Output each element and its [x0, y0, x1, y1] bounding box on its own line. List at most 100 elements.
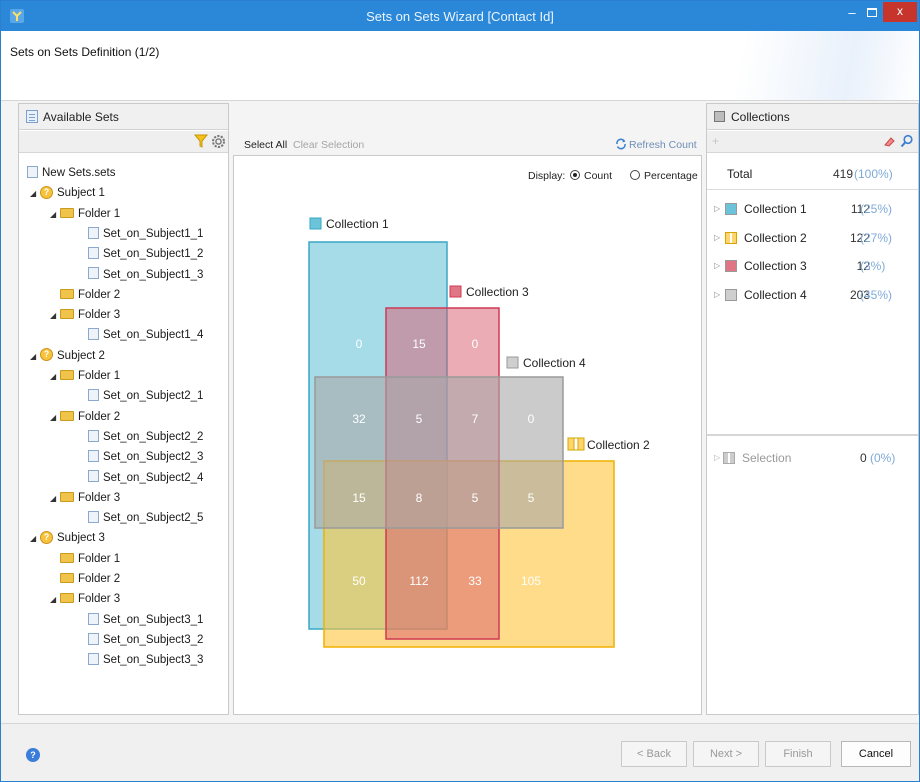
tree-node-folder[interactable]: Folder 2	[50, 286, 120, 305]
venn-cell-count[interactable]: 15	[412, 337, 426, 351]
collection-row[interactable]: ▷ Collection 1 112 (25%)	[707, 198, 918, 220]
select-all-link[interactable]: Select All	[244, 139, 287, 151]
collections-divider	[707, 434, 918, 436]
tree-node-file[interactable]: New Sets.sets	[27, 164, 116, 183]
tree-node-folder[interactable]: Folder 1	[50, 550, 120, 569]
venn-cell-count[interactable]: 0	[472, 337, 479, 351]
tree-node-file[interactable]: Set_on_Subject2_3	[78, 448, 203, 467]
tree-node-label: Set_on_Subject3_3	[103, 654, 204, 667]
venn-cell-count[interactable]: 33	[468, 574, 482, 588]
expand-toggle-icon[interactable]: ◢	[30, 529, 40, 548]
venn-cell-count[interactable]: 15	[352, 491, 366, 505]
collection-row[interactable]: ▷ Collection 3 12 (3%)	[707, 255, 918, 277]
expand-toggle-icon[interactable]: ◢	[50, 590, 60, 609]
venn-cell-count[interactable]: 112	[409, 574, 428, 588]
expand-collection-icon[interactable]: ▷	[714, 284, 720, 306]
tree-node-file[interactable]: Set_on_Subject2_5	[78, 509, 203, 528]
selection-expand-icon[interactable]: ▷	[714, 447, 720, 469]
finish-button[interactable]: Finish	[765, 741, 831, 767]
expand-toggle-icon[interactable]: ◢	[50, 489, 60, 508]
venn-cell-count[interactable]: 8	[416, 491, 423, 505]
maximize-button[interactable]	[863, 5, 881, 23]
back-button[interactable]: < Back	[621, 741, 687, 767]
tree-node-folder[interactable]: ◢ Folder 1	[50, 205, 120, 224]
expand-toggle-icon[interactable]: ◢	[50, 408, 60, 427]
expand-collection-icon[interactable]: ▷	[714, 255, 720, 277]
venn-cell-count[interactable]: 32	[352, 412, 366, 426]
tree-node-label: Set_on_Subject1_4	[103, 329, 204, 342]
available-sets-header: Available Sets	[19, 104, 228, 130]
set-file-icon	[88, 328, 99, 341]
expand-collection-icon[interactable]: ▷	[714, 227, 720, 249]
clear-selection-link[interactable]: Clear Selection	[293, 139, 364, 151]
total-count: 419	[833, 167, 854, 181]
set-file-icon	[88, 226, 99, 239]
expand-toggle-icon[interactable]: ◢	[30, 347, 40, 366]
expand-toggle-icon[interactable]: ◢	[30, 184, 40, 203]
tree-node-file[interactable]: Set_on_Subject3_3	[78, 651, 203, 670]
venn-cell-count[interactable]: 0	[356, 337, 363, 351]
refresh-count-link[interactable]: Refresh Count	[629, 139, 697, 151]
cancel-button[interactable]: Cancel	[841, 741, 911, 767]
tree-node-folder[interactable]: ◢ Folder 3	[50, 306, 120, 325]
tree-node-folder[interactable]: ◢ Folder 3	[50, 489, 120, 508]
settings-gear-icon[interactable]	[211, 134, 226, 149]
collection-row[interactable]: ▷ Collection 2 122 (27%)	[707, 227, 918, 249]
collection-name: Collection 3	[744, 259, 807, 274]
tree-node-subject[interactable]: ◢? Subject 2	[30, 347, 105, 366]
expand-collection-icon[interactable]: ▷	[714, 198, 720, 220]
total-label: Total	[727, 167, 753, 181]
tree-node-file[interactable]: Set_on_Subject2_4	[78, 469, 203, 488]
venn-cell-count[interactable]: 5	[528, 491, 535, 505]
venn-cell-count[interactable]: 5	[472, 491, 479, 505]
venn-cell-count[interactable]: 105	[521, 574, 541, 588]
tree-node-file[interactable]: Set_on_Subject2_2	[78, 428, 203, 447]
collection-name: Collection 4	[744, 288, 807, 303]
tree-node-subject[interactable]: ◢? Subject 3	[30, 529, 105, 548]
collection-name: Collection 2	[744, 230, 807, 245]
expand-toggle-icon[interactable]: ◢	[50, 367, 60, 386]
eraser-icon[interactable]	[883, 135, 896, 148]
tree-node-file[interactable]: Set_on_Subject3_2	[78, 631, 203, 650]
minimize-button[interactable]: –	[843, 5, 861, 23]
venn-cell-count[interactable]: 0	[528, 412, 535, 426]
venn-panel: Display: Count Percentage Collection 1 C…	[233, 155, 702, 715]
left-margin	[1, 101, 17, 717]
expand-toggle-icon[interactable]: ◢	[50, 306, 60, 325]
venn-cell-count[interactable]: 50	[352, 574, 366, 588]
collections-title: Collections	[731, 110, 790, 124]
venn-cell-count[interactable]: 7	[472, 412, 479, 426]
search-icon[interactable]	[900, 134, 914, 148]
tree-node-folder[interactable]: ◢ Folder 1	[50, 367, 120, 386]
available-sets-panel: Available Sets New Sets.sets ◢? Subject 1 ◢…	[18, 103, 229, 715]
tree-node-file[interactable]: Set_on_Subject1_4	[78, 326, 203, 345]
expand-toggle-icon[interactable]: ◢	[50, 205, 60, 224]
venn-cell-count[interactable]: 5	[416, 412, 423, 426]
wizard-footer: ? < Back Next > Finish Cancel	[1, 723, 919, 781]
tree-node-folder[interactable]: ◢ Folder 3	[50, 590, 120, 609]
collection-color-swatch	[725, 289, 737, 302]
tree-node-file[interactable]: Set_on_Subject1_3	[78, 266, 203, 285]
tree-node-file[interactable]: Set_on_Subject2_1	[78, 387, 203, 406]
tree-node-subject[interactable]: ◢? Subject 1	[30, 184, 105, 203]
sets-icon	[26, 110, 38, 123]
tree-node-folder[interactable]: Folder 2	[50, 570, 120, 589]
tree-node-label: Folder 1	[78, 207, 121, 220]
set-file-icon	[88, 470, 99, 483]
tree-node-file[interactable]: Set_on_Subject1_2	[78, 245, 203, 264]
help-icon[interactable]: ?	[26, 748, 40, 762]
add-icon[interactable]: +	[712, 134, 719, 148]
filter-icon[interactable]	[194, 134, 208, 149]
tree-node-file[interactable]: Set_on_Subject1_1	[78, 225, 203, 244]
collection-4-region[interactable]	[314, 376, 564, 529]
collection-row[interactable]: ▷ Collection 4 203 (45%)	[707, 284, 918, 306]
tree-node-folder[interactable]: ◢ Folder 2	[50, 408, 120, 427]
collection-2-label: Collection 2	[587, 438, 650, 452]
selection-row[interactable]: ▷ Selection 0 (0%)	[707, 447, 918, 469]
collection-percent: (3%)	[860, 259, 886, 274]
collections-panel: Collections + Total 419 (100%) ▷ Collecti…	[706, 103, 919, 715]
next-button[interactable]: Next >	[693, 741, 759, 767]
folder-icon	[60, 572, 74, 583]
close-button[interactable]: x	[883, 2, 917, 22]
tree-node-file[interactable]: Set_on_Subject3_1	[78, 611, 203, 630]
